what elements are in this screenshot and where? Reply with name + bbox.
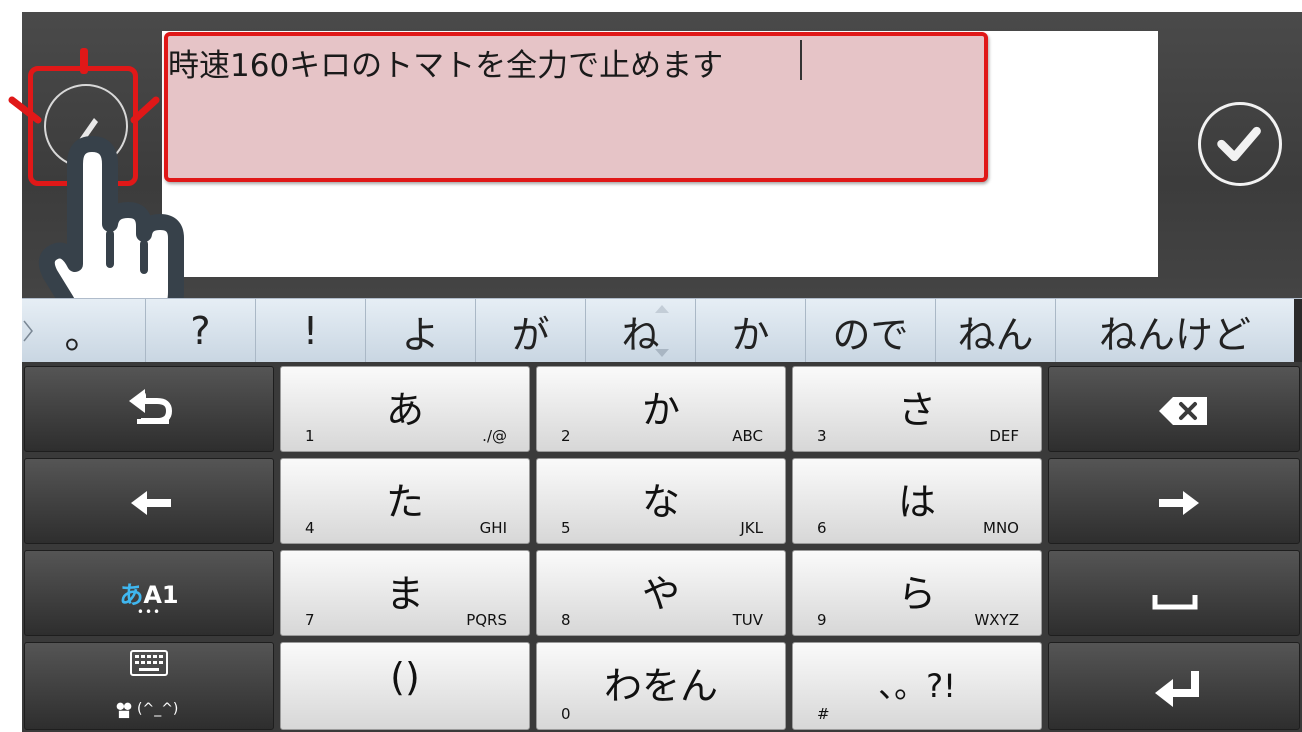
key-kana: な bbox=[641, 480, 680, 524]
candidate-item[interactable]: ねん bbox=[936, 299, 1056, 363]
key-alpha: PQRS bbox=[466, 611, 507, 629]
candidate-item[interactable]: ? bbox=[146, 299, 256, 363]
key-ma[interactable]: ま 7 PQRS bbox=[280, 550, 530, 636]
emoticon-label: (^_^) bbox=[137, 701, 179, 717]
key-sa[interactable]: さ 3 DEF bbox=[792, 366, 1042, 452]
key-number: 5 bbox=[561, 519, 571, 537]
space-key[interactable] bbox=[1048, 550, 1300, 636]
keyboard: あ 1 ./@ か 2 ABC さ 3 DEF た 4 GHI な 5 JKL … bbox=[22, 362, 1302, 732]
key-alpha: DEF bbox=[989, 427, 1019, 445]
checkmark-icon bbox=[1217, 126, 1261, 162]
key-ra[interactable]: ら 9 WXYZ bbox=[792, 550, 1042, 636]
key-kana: () bbox=[390, 655, 420, 699]
key-kana: 、。?! bbox=[878, 667, 956, 705]
cursor-left-key[interactable] bbox=[24, 458, 274, 544]
key-kana: ま bbox=[385, 572, 424, 616]
key-number: 1 bbox=[305, 427, 315, 445]
key-ya[interactable]: や 8 TUV bbox=[536, 550, 786, 636]
key-kana: ら bbox=[897, 572, 936, 616]
text-cursor bbox=[800, 40, 802, 80]
key-number: 9 bbox=[817, 611, 827, 629]
mode-dots: ••• bbox=[136, 605, 162, 619]
key-number: 7 bbox=[305, 611, 315, 629]
key-a[interactable]: あ 1 ./@ bbox=[280, 366, 530, 452]
key-kana: や bbox=[641, 572, 680, 616]
key-wa[interactable]: わをん 0 bbox=[536, 642, 786, 730]
key-alpha: ABC bbox=[732, 427, 763, 445]
key-alpha: TUV bbox=[732, 611, 763, 629]
key-kana: わをん bbox=[603, 664, 718, 708]
key-number: 4 bbox=[305, 519, 315, 537]
screen: 時速160キロのトマトを全力で止めます 。 ? ! よ が ね か ので ねん … bbox=[0, 0, 1302, 732]
input-area: 時速160キロのトマトを全力で止めます bbox=[8, 12, 1302, 298]
candidate-bar-edge bbox=[1294, 299, 1302, 363]
key-ka[interactable]: か 2 ABC bbox=[536, 366, 786, 452]
candidate-item[interactable]: ね bbox=[586, 299, 696, 363]
input-text: 時速160キロのトマトを全力で止めます bbox=[168, 48, 724, 84]
candidate-item[interactable]: ! bbox=[256, 299, 366, 363]
key-ha[interactable]: は 6 MNO bbox=[792, 458, 1042, 544]
key-alpha: WXYZ bbox=[974, 611, 1019, 629]
candidate-item[interactable]: ので bbox=[806, 299, 936, 363]
enter-key[interactable] bbox=[1048, 642, 1300, 730]
backspace-icon bbox=[1159, 397, 1207, 425]
key-alpha: MNO bbox=[983, 519, 1019, 537]
key-alpha: ./@ bbox=[482, 427, 507, 445]
key-number: # bbox=[817, 705, 830, 723]
key-kana: た bbox=[385, 480, 424, 524]
key-kana: さ bbox=[897, 388, 936, 432]
candidate-item[interactable]: 。 bbox=[22, 299, 146, 363]
key-number: 2 bbox=[561, 427, 571, 445]
candidate-item[interactable]: ねんけど bbox=[1056, 299, 1294, 363]
key-alpha: GHI bbox=[479, 519, 507, 537]
arrow-right-icon bbox=[1159, 491, 1199, 515]
key-number: 6 bbox=[817, 519, 827, 537]
highlight-tick-top bbox=[80, 48, 88, 74]
key-alpha: JKL bbox=[740, 519, 763, 537]
candidate-item[interactable]: か bbox=[696, 299, 806, 363]
key-number: 3 bbox=[817, 427, 827, 445]
candidate-bar: 。 ? ! よ が ね か ので ねん ねんけど bbox=[22, 298, 1302, 363]
key-number: 0 bbox=[561, 705, 571, 723]
key-kana: は bbox=[897, 480, 936, 524]
cursor-right-key[interactable] bbox=[1048, 458, 1300, 544]
key-na[interactable]: な 5 JKL bbox=[536, 458, 786, 544]
key-ta[interactable]: た 4 GHI bbox=[280, 458, 530, 544]
emoji-icon bbox=[116, 702, 132, 719]
backspace-key[interactable] bbox=[1048, 366, 1300, 452]
candidate-item[interactable]: が bbox=[476, 299, 586, 363]
keyboard-emoji-key[interactable]: (^_^) bbox=[24, 642, 274, 730]
updown-arrows-icon bbox=[655, 305, 669, 357]
key-kana: あ bbox=[385, 388, 424, 432]
input-mode-key[interactable]: あA1 ••• bbox=[24, 550, 274, 636]
key-kana: か bbox=[641, 388, 680, 432]
undo-icon bbox=[129, 389, 172, 424]
candidate-item[interactable]: よ bbox=[366, 299, 476, 363]
key-number: 8 bbox=[561, 611, 571, 629]
space-icon bbox=[1152, 595, 1198, 610]
confirm-button[interactable] bbox=[1198, 102, 1282, 186]
key-punctuation[interactable]: 、。?! # bbox=[792, 642, 1042, 730]
undo-key[interactable] bbox=[24, 366, 274, 452]
key-brackets[interactable]: () bbox=[280, 642, 530, 730]
enter-icon bbox=[1155, 671, 1199, 707]
arrow-left-icon bbox=[131, 491, 171, 515]
